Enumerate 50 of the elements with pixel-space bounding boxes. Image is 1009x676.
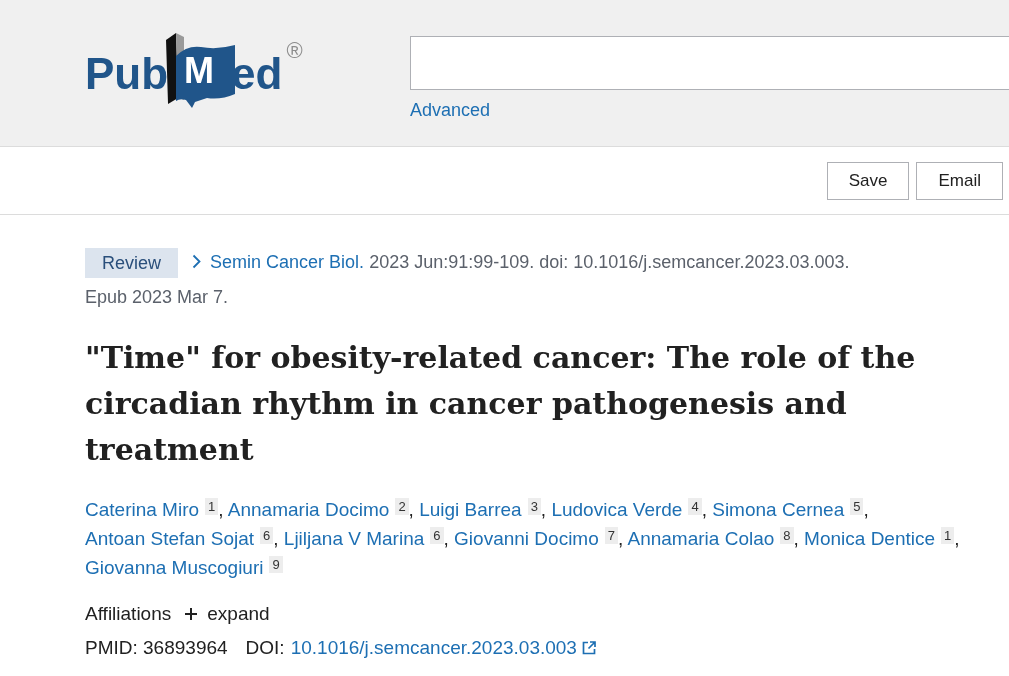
comma-separator: , bbox=[218, 499, 224, 520]
affiliation-number[interactable]: 7 bbox=[604, 527, 618, 544]
affiliation-number[interactable]: 8 bbox=[780, 527, 794, 544]
affiliation-number[interactable]: 2 bbox=[395, 498, 409, 515]
comma-separator: , bbox=[273, 528, 279, 549]
affiliation-number[interactable]: 5 bbox=[850, 498, 864, 515]
comma-separator: , bbox=[443, 528, 449, 549]
author-link[interactable]: Giovanna Muscogiuri bbox=[85, 557, 264, 578]
affiliations-label: Affiliations bbox=[85, 601, 172, 626]
pmid-text: PMID: 36893964 bbox=[85, 635, 228, 660]
doi-label: DOI: bbox=[245, 635, 285, 660]
journal-link[interactable]: Semin Cancer Biol. bbox=[210, 252, 365, 272]
author-link[interactable]: Simona Cernea bbox=[712, 499, 845, 520]
affiliation-number[interactable]: 4 bbox=[688, 498, 702, 515]
comma-separator: , bbox=[793, 528, 799, 549]
affiliation-number[interactable]: 3 bbox=[527, 498, 541, 515]
comma-separator: , bbox=[954, 528, 960, 549]
comma-separator: , bbox=[863, 499, 869, 520]
author-link[interactable]: Ludovica Verde bbox=[551, 499, 683, 520]
author-link[interactable]: Caterina Miro bbox=[85, 499, 200, 520]
affiliation-number[interactable]: 1 bbox=[941, 527, 955, 544]
doi-link[interactable]: 10.1016/j.semcancer.2023.03.003 bbox=[290, 633, 577, 663]
citation-text: 2023 Jun:91:99-109. doi: 10.1016/j.semcancer.2023.03.003. bbox=[369, 252, 850, 272]
comma-separator: , bbox=[408, 499, 414, 520]
author-link[interactable]: Luigi Barrea bbox=[419, 499, 522, 520]
affiliation-number[interactable]: 9 bbox=[269, 556, 283, 573]
search-field[interactable] bbox=[410, 36, 1009, 90]
author-link[interactable]: Annamaria Colao bbox=[627, 528, 775, 549]
save-button[interactable]: Save bbox=[826, 161, 910, 200]
comma-separator: , bbox=[618, 528, 624, 549]
affiliation-number[interactable]: 6 bbox=[260, 527, 274, 544]
external-link-icon[interactable] bbox=[581, 641, 596, 655]
review-badge: Review bbox=[85, 248, 179, 279]
affiliation-number[interactable]: 1 bbox=[205, 498, 219, 515]
author-link[interactable]: Annamaria Docimo bbox=[227, 499, 390, 520]
affiliation-number[interactable]: 6 bbox=[430, 527, 444, 544]
author-link[interactable]: Antoan Stefan Sojat bbox=[85, 528, 254, 549]
advanced-search-link[interactable]: Advanced bbox=[410, 98, 491, 122]
expand-button[interactable]: expand bbox=[185, 599, 270, 629]
email-button[interactable]: Email bbox=[916, 161, 1003, 200]
chevron-right-icon bbox=[192, 254, 202, 270]
pubmed-logo[interactable]: Pub M ed® bbox=[85, 30, 303, 108]
article-title: "Time" for obesity-related cancer: The role of the circadian rhythm in cancer pathogenesis and treatment bbox=[85, 339, 917, 469]
plus-icon bbox=[185, 608, 198, 620]
epub-date: Epub 2023 Mar 7. bbox=[85, 287, 229, 307]
author-link[interactable]: Monica Dentice bbox=[804, 528, 936, 549]
comma-separator: , bbox=[540, 499, 547, 520]
author-link[interactable]: Giovanni Docimo bbox=[454, 528, 599, 549]
comma-separator: , bbox=[701, 499, 707, 520]
author-link[interactable]: Ljiljana V Marina bbox=[283, 528, 425, 549]
